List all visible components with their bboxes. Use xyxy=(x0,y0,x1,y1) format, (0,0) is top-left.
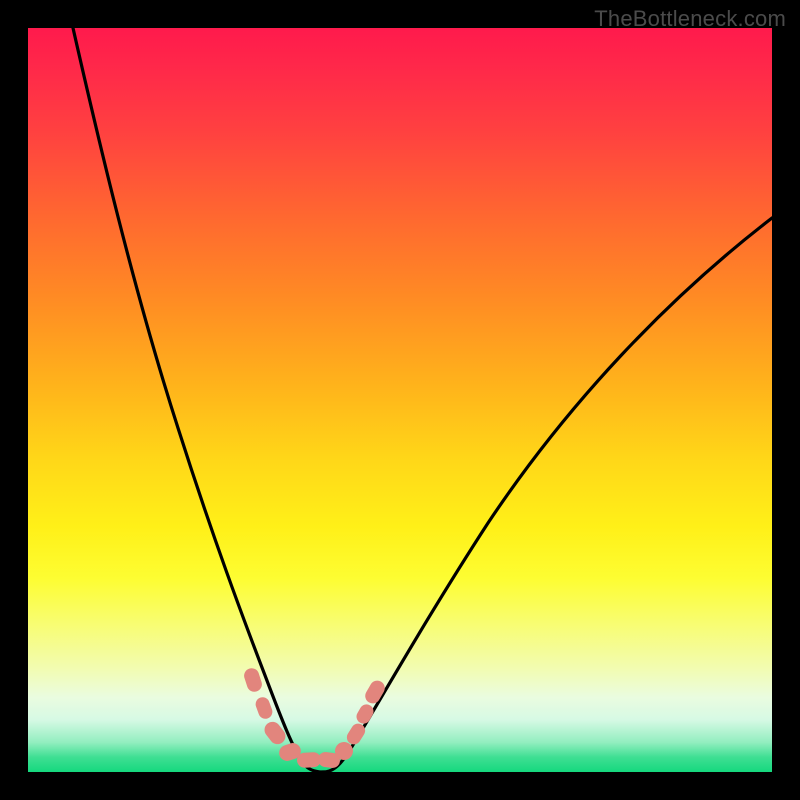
marker-dot xyxy=(242,666,264,693)
watermark-text: TheBottleneck.com xyxy=(594,6,786,32)
plot-area xyxy=(28,28,772,772)
marker-dot xyxy=(261,719,288,748)
marker-dot xyxy=(363,678,388,706)
marker-dot xyxy=(254,695,275,720)
marker-layer xyxy=(28,28,772,772)
